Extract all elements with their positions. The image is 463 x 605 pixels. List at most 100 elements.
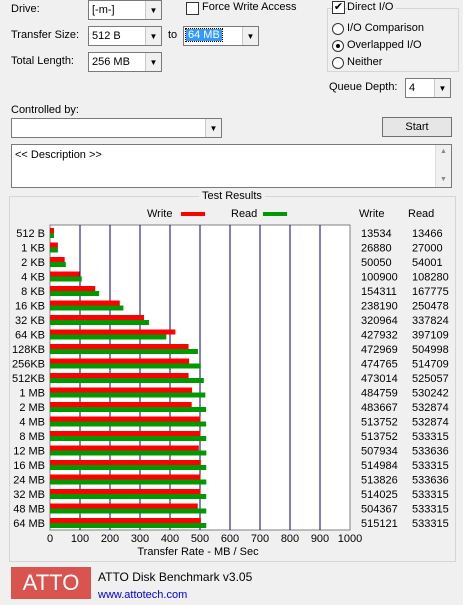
- write-value: 515121: [361, 518, 398, 530]
- atto-logo: ATTO: [11, 567, 91, 599]
- category-label: 48 MB: [13, 504, 45, 516]
- write-bar: [50, 242, 58, 248]
- read-value: 167775: [412, 286, 449, 298]
- x-tick-label: 1000: [338, 533, 362, 545]
- read-value: 533315: [412, 489, 449, 501]
- read-value: 108280: [412, 272, 449, 284]
- x-tick-label: 500: [191, 533, 209, 545]
- write-value: 50050: [361, 257, 392, 269]
- write-value: 100900: [361, 272, 398, 284]
- write-value: 13534: [361, 228, 392, 240]
- x-tick-label: 800: [281, 533, 299, 545]
- read-value: 533315: [412, 504, 449, 516]
- read-bar: [50, 305, 124, 311]
- write-bar: [50, 474, 201, 480]
- write-bar: [50, 300, 120, 306]
- category-label: 1 MB: [19, 388, 45, 400]
- read-value: 13466: [412, 228, 443, 240]
- write-value: 472969: [361, 344, 398, 356]
- read-value: 530242: [412, 388, 449, 400]
- x-tick-label: 700: [251, 533, 269, 545]
- write-bar: [50, 460, 201, 465]
- read-bar: [50, 233, 54, 238]
- write-value: 474765: [361, 359, 398, 371]
- write-bar: [50, 257, 65, 262]
- read-bar: [50, 378, 204, 383]
- read-value: 532874: [412, 417, 449, 429]
- write-bar: [50, 445, 199, 451]
- category-label: 24 MB: [13, 475, 45, 487]
- read-value: 533315: [412, 460, 449, 472]
- category-label: 12 MB: [13, 446, 45, 458]
- read-bar: [50, 523, 207, 528]
- write-value: 513826: [361, 475, 398, 487]
- read-bar: [50, 494, 207, 499]
- read-bar: [50, 392, 206, 398]
- category-label: 2 KB: [21, 257, 45, 269]
- write-value: 427932: [361, 330, 398, 342]
- category-label: 32 MB: [13, 489, 45, 501]
- read-value: 504998: [412, 344, 449, 356]
- write-bar: [50, 271, 80, 277]
- write-bar: [50, 228, 54, 233]
- x-tick-label: 400: [161, 533, 179, 545]
- read-value: 525057: [412, 373, 449, 385]
- category-label: 8 MB: [19, 431, 45, 443]
- category-label: 2 MB: [19, 402, 45, 414]
- write-bar: [50, 503, 198, 509]
- x-axis-label: Transfer Rate - MB / Sec: [137, 546, 259, 558]
- read-bar: [50, 334, 167, 340]
- write-value: 320964: [361, 315, 398, 327]
- write-value: 484759: [361, 388, 398, 400]
- write-value: 513752: [361, 431, 398, 443]
- write-value: 154311: [361, 286, 397, 298]
- read-value: 533315: [412, 431, 449, 443]
- read-value: 532874: [412, 402, 449, 414]
- write-bar: [50, 518, 201, 523]
- read-bar: [50, 479, 207, 485]
- read-bar: [50, 349, 198, 354]
- read-bar: [50, 262, 66, 267]
- write-value: 507934: [361, 446, 398, 458]
- read-value: 533636: [412, 475, 449, 487]
- category-label: 512KB: [12, 373, 45, 385]
- write-value: 238190: [361, 301, 398, 313]
- write-bar: [50, 431, 201, 436]
- category-label: 64 KB: [15, 330, 45, 342]
- x-tick-label: 100: [71, 533, 89, 545]
- category-label: 16 KB: [15, 301, 45, 313]
- category-label: 64 MB: [13, 518, 45, 530]
- read-value: 533636: [412, 446, 449, 458]
- read-bar: [50, 320, 149, 325]
- read-bar: [50, 465, 207, 470]
- write-bar: [50, 387, 193, 393]
- read-bar: [50, 450, 207, 456]
- write-bar: [50, 489, 201, 494]
- atto-logo-text: ATTO: [22, 570, 80, 595]
- category-label: 1 KB: [21, 243, 45, 255]
- category-label: 4 KB: [21, 272, 45, 284]
- read-bar: [50, 421, 207, 427]
- write-value: 514984: [361, 460, 398, 472]
- read-value: 27000: [412, 243, 443, 255]
- x-tick-label: 200: [101, 533, 119, 545]
- write-value: 483667: [361, 402, 398, 414]
- write-bar: [50, 358, 190, 364]
- x-tick-label: 300: [131, 533, 149, 545]
- write-bar: [50, 329, 176, 335]
- transfer-rate-chart: 512 B 1 KB 2 KB 4 KB 8 KB 16 KB 32 KB 64 KB 128K…: [12, 224, 449, 558]
- read-value: 533315: [412, 518, 449, 530]
- read-bar: [50, 363, 201, 369]
- website-link[interactable]: www.attotech.com: [98, 589, 187, 601]
- category-label: 16 MB: [13, 460, 45, 472]
- write-value: 514025: [361, 489, 398, 501]
- read-value: 337824: [412, 315, 449, 327]
- read-bar: [50, 436, 207, 441]
- read-value: 397109: [412, 330, 449, 342]
- write-bar: [50, 416, 201, 422]
- read-bar: [50, 407, 207, 412]
- read-value: 250478: [412, 301, 449, 313]
- read-bar: [50, 276, 82, 282]
- write-bar: [50, 315, 145, 320]
- category-label: 512 B: [16, 228, 45, 240]
